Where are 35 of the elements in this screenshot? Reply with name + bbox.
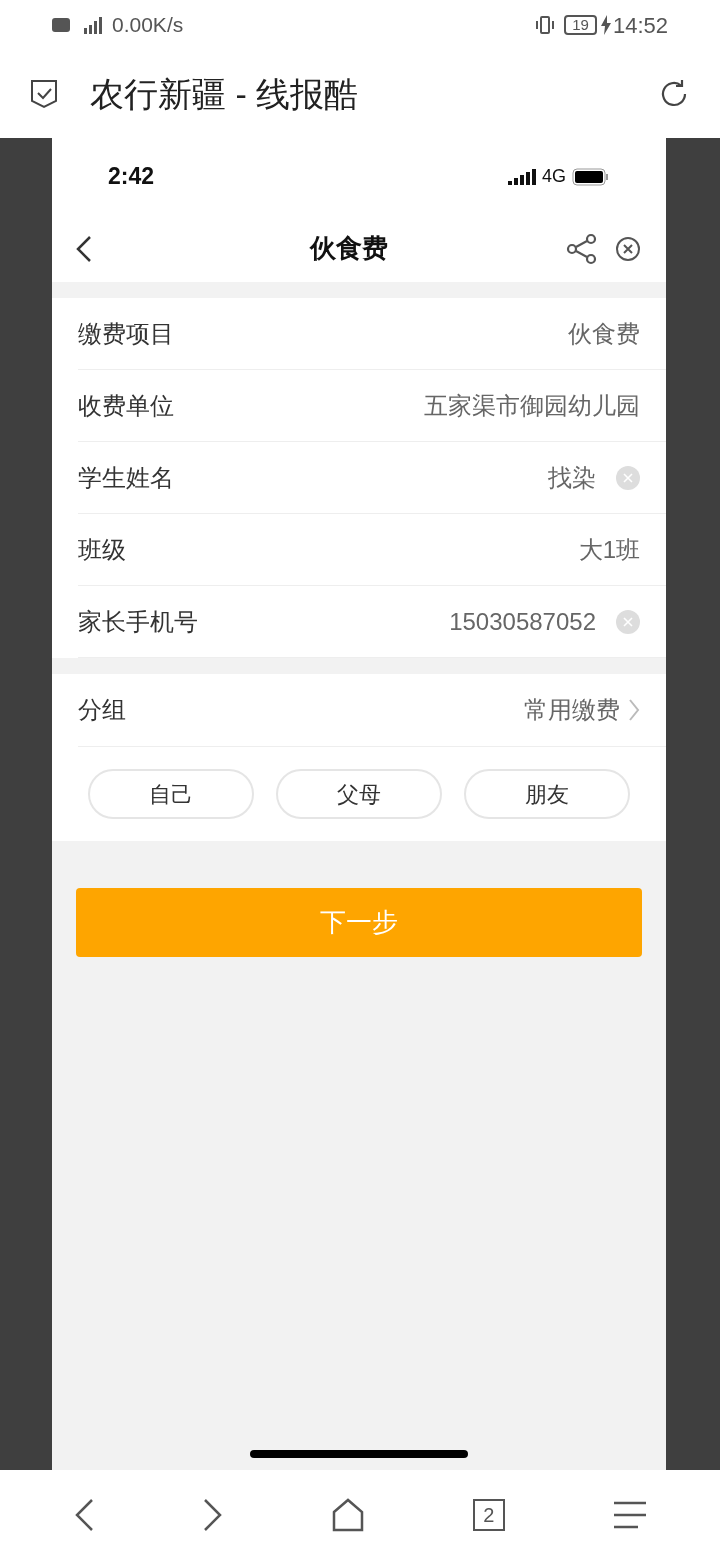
menu-icon[interactable] — [613, 1501, 646, 1529]
group-option[interactable]: 自己 — [88, 769, 254, 819]
field-value: 五家渠市御园幼儿园 — [423, 390, 640, 421]
tabs-button[interactable]: 2 — [472, 1499, 505, 1531]
battery-icon — [572, 167, 610, 186]
charging-icon — [600, 15, 611, 35]
field-value: 找染 — [547, 462, 596, 493]
field-value: 15030587052 — [448, 606, 596, 637]
battery-icon: 19 — [564, 15, 597, 35]
group-option[interactable]: 朋友 — [464, 769, 630, 819]
forward-icon[interactable] — [203, 1498, 224, 1532]
network-type: 4G — [542, 165, 566, 188]
vibrate-icon — [534, 15, 557, 35]
back-icon[interactable] — [76, 234, 92, 263]
field-label: 班级 — [78, 534, 126, 565]
field-label: 收费单位 — [78, 390, 174, 421]
home-icon[interactable] — [332, 1498, 364, 1532]
page-title: 农行新疆 - 线报酷 — [90, 73, 360, 115]
field-label: 学生姓名 — [78, 462, 174, 493]
group-label: 分组 — [78, 695, 126, 725]
network-speed: 0.00K/s — [112, 12, 184, 39]
group-value[interactable]: 常用缴费 — [126, 692, 620, 728]
share-icon[interactable] — [566, 232, 598, 265]
inner-clock: 2:42 — [108, 162, 155, 192]
close-icon[interactable] — [614, 234, 642, 263]
field-value: 伙食费 — [567, 318, 640, 349]
back-icon[interactable] — [74, 1498, 95, 1532]
nav-title: 伙食费 — [308, 232, 389, 265]
field-value: 大1班 — [577, 534, 640, 565]
signal-icon — [508, 168, 536, 185]
field-label: 缴费项目 — [78, 318, 174, 349]
group-option[interactable]: 父母 — [276, 769, 442, 819]
shield-icon — [30, 79, 58, 109]
clock: 14:52 — [612, 11, 668, 40]
field-label: 家长手机号 — [78, 606, 198, 637]
